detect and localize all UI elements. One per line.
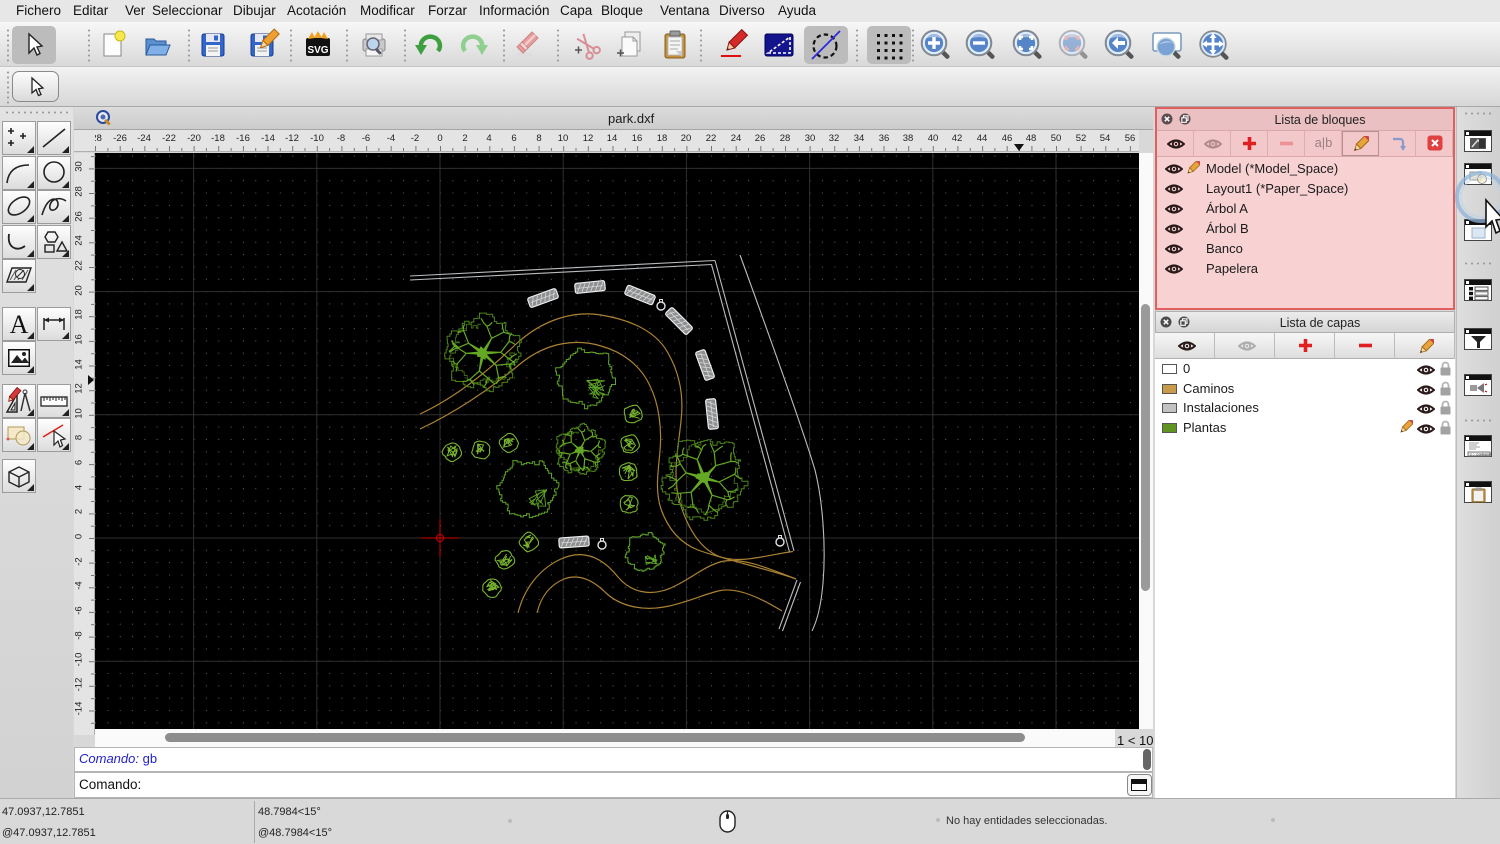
svg-text:SVG: SVG (307, 45, 328, 56)
svg-text:A: A (10, 310, 29, 339)
svg-text:c:_command: c:_command (1470, 453, 1491, 458)
